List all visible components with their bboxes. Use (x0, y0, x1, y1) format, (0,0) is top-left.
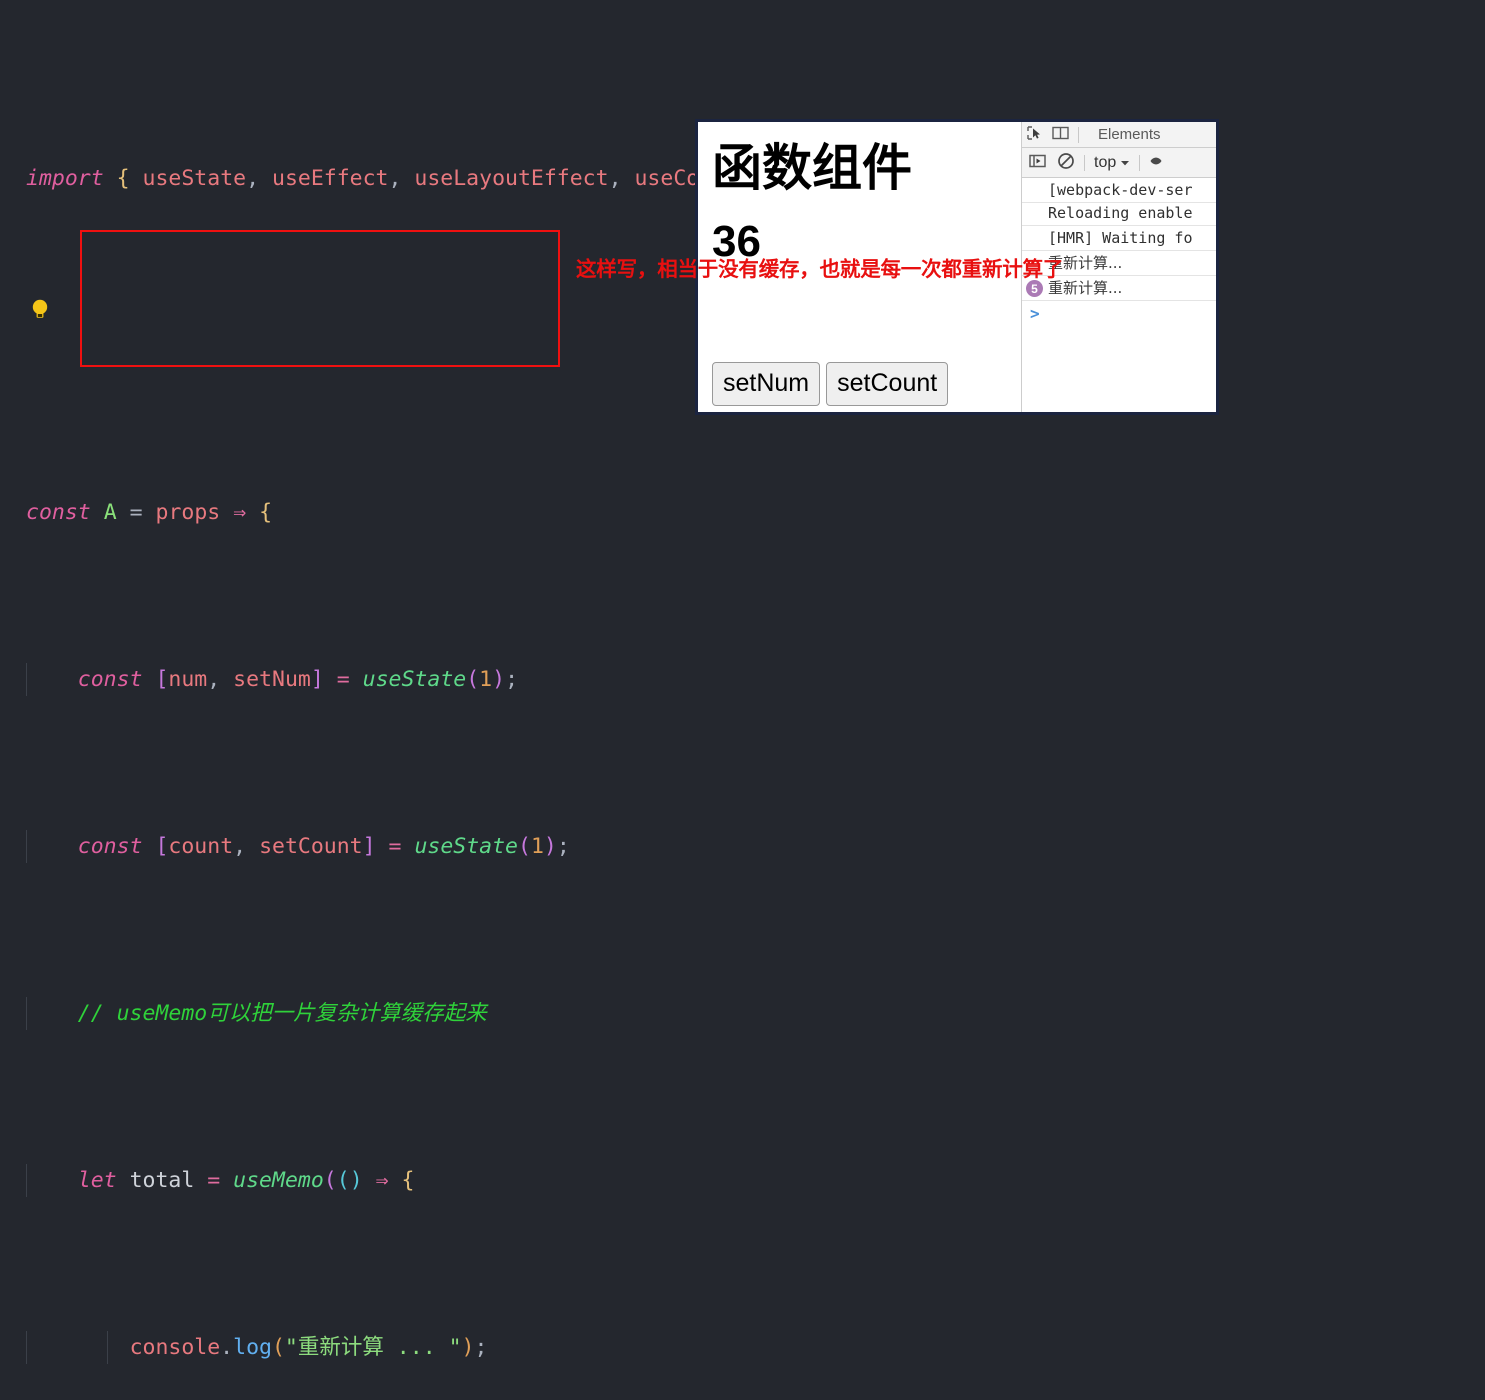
console-message-continuation[interactable]: Reloading enable (1022, 203, 1216, 225)
execution-context-selector[interactable]: top (1094, 154, 1130, 172)
code-line-comment[interactable]: // useMemo可以把一片复杂计算缓存起来 (0, 996, 1485, 1031)
live-expression-icon[interactable] (1149, 153, 1167, 173)
code-line[interactable]: let total = useMemo(() ⇒ { (0, 1163, 1485, 1198)
chevron-down-icon (1120, 154, 1130, 172)
inspect-element-icon[interactable] (1026, 125, 1044, 145)
console-prompt[interactable]: > (1022, 301, 1216, 326)
toolbar-divider (1078, 126, 1079, 143)
console-message[interactable]: [webpack-dev-ser (1022, 178, 1216, 203)
lightbulb-icon[interactable] (30, 298, 50, 322)
console-message-text: [webpack-dev-ser (1048, 181, 1193, 199)
console-message-text: Reloading enable (1048, 204, 1193, 222)
devtools-tabbar: Elements (1022, 122, 1216, 148)
console-message-text: [HMR] Waiting fo (1048, 229, 1193, 247)
code-line[interactable]: const [count, setCount] = useState(1); (0, 829, 1485, 864)
code-line[interactable]: console.log("重新计算 ... "); (0, 1330, 1485, 1365)
execution-context-label: top (1094, 153, 1117, 171)
tab-elements[interactable]: Elements (1098, 126, 1161, 143)
toolbar-divider (1084, 154, 1085, 171)
device-toolbar-icon[interactable] (1051, 125, 1071, 145)
red-annotation: 这样写，相当于没有缓存，也就是每一次都重新计算了 (576, 257, 1064, 281)
console-message[interactable]: [HMR] Waiting fo (1022, 225, 1216, 251)
console-repeat-count-badge: 5 (1026, 280, 1043, 297)
code-line[interactable]: const [num, setNum] = useState(1); (0, 662, 1485, 697)
setcount-button[interactable]: setCount (826, 362, 949, 406)
setnum-button[interactable]: setNum (712, 362, 821, 406)
code-line[interactable]: const A = props ⇒ { (0, 496, 1485, 529)
console-sidebar-icon[interactable] (1028, 153, 1048, 173)
app-button-row: setNum setCount (712, 362, 949, 406)
toolbar-divider (1139, 154, 1141, 171)
devtools-console-toolbar: top (1022, 148, 1216, 178)
clear-console-icon[interactable] (1057, 152, 1075, 174)
app-heading: 函数组件 (712, 140, 912, 196)
